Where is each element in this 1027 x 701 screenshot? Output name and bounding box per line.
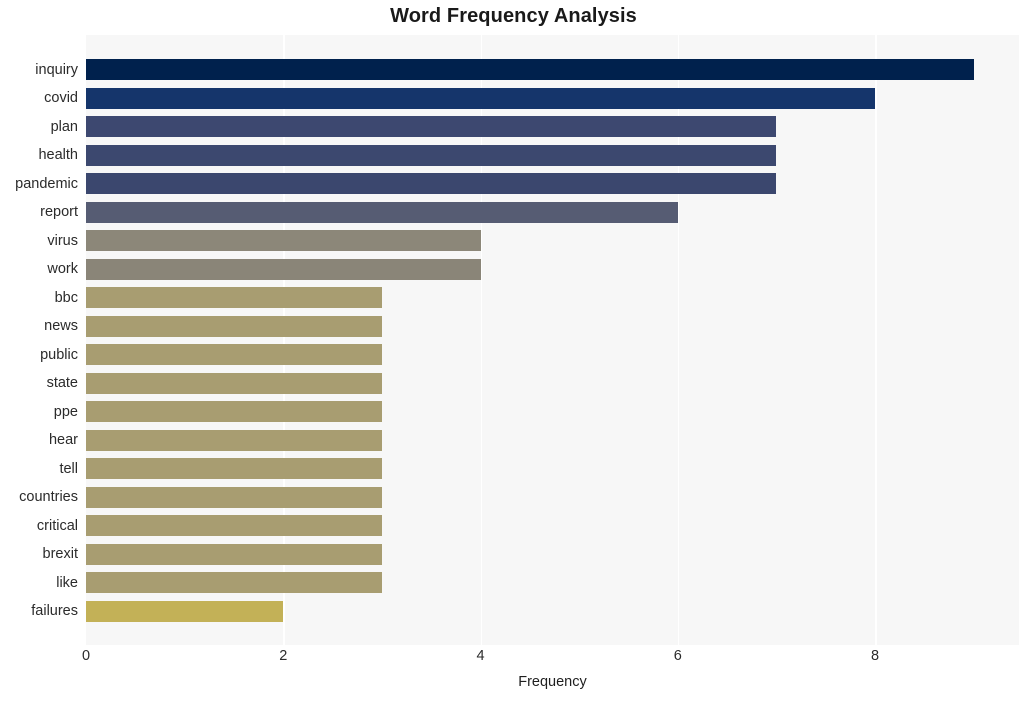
bar-row	[86, 426, 1019, 455]
y-tick-label-hear: hear	[48, 432, 78, 448]
bar-state[interactable]	[86, 372, 382, 394]
y-tick-label-bbc: bbc	[54, 289, 78, 306]
bar-like[interactable]	[86, 572, 382, 594]
y-tick-label-plan: plan	[50, 118, 78, 135]
bar-health[interactable]	[86, 144, 777, 166]
chart-title: Word Frequency Analysis	[390, 5, 637, 27]
bar-covid[interactable]	[86, 87, 875, 109]
bar-ppe[interactable]	[86, 401, 382, 423]
x-tick-label-8: 8	[870, 648, 880, 664]
bar-tell[interactable]	[86, 458, 382, 480]
y-tick-label-work: work	[47, 261, 78, 277]
bar-row	[86, 512, 1019, 541]
y-tick-label-ppe: ppe	[53, 403, 78, 420]
y-tick-label-inquiry: inquiry	[35, 61, 78, 78]
bar-row	[86, 569, 1019, 598]
y-tick-label-health: health	[38, 147, 78, 163]
y-tick-label-like: like	[56, 574, 78, 591]
y-tick-label-critical: critical	[36, 517, 78, 534]
bar-row	[86, 455, 1019, 484]
bar-row	[86, 227, 1019, 256]
bar-hear[interactable]	[86, 429, 382, 451]
bar-row	[86, 483, 1019, 512]
bar-report[interactable]	[86, 201, 678, 223]
bar-news[interactable]	[86, 315, 382, 337]
x-axis-title: Frequency	[518, 674, 587, 690]
y-tick-label-pandemic: pandemic	[15, 175, 78, 192]
bar-row	[86, 369, 1019, 398]
bar-row	[86, 113, 1019, 142]
x-tick-label-6: 6	[673, 648, 682, 664]
bar-work[interactable]	[86, 258, 481, 280]
bar-row	[86, 198, 1019, 227]
bar-public[interactable]	[86, 344, 382, 366]
y-tick-label-report: report	[40, 204, 78, 220]
y-tick-label-state: state	[46, 375, 78, 391]
chart-figure: Word Frequency Analysis inquiry covid plan…	[0, 0, 1027, 701]
bar-row	[86, 255, 1019, 284]
y-tick-label-public: public	[40, 346, 78, 363]
x-tick-label-0: 0	[81, 648, 91, 664]
x-tick-label-4: 4	[476, 648, 485, 664]
bar-critical[interactable]	[86, 515, 382, 537]
bar-row	[86, 141, 1019, 170]
y-tick-label-brexit: brexit	[42, 546, 78, 562]
bar-countries[interactable]	[86, 486, 382, 508]
y-tick-label-tell: tell	[59, 460, 78, 477]
bar-row	[86, 284, 1019, 313]
bar-brexit[interactable]	[86, 543, 382, 565]
bar-virus[interactable]	[86, 230, 481, 252]
bar-series	[86, 35, 1019, 645]
bar-row	[86, 56, 1019, 85]
y-tick-label-failures: failures	[31, 603, 78, 619]
bar-row	[86, 341, 1019, 370]
y-tick-label-virus: virus	[47, 232, 78, 249]
bar-row	[86, 312, 1019, 341]
y-tick-label-covid: covid	[44, 90, 78, 106]
bar-inquiry[interactable]	[86, 59, 974, 81]
x-tick-label-2: 2	[279, 648, 288, 664]
bar-row	[86, 540, 1019, 569]
bar-bbc[interactable]	[86, 287, 382, 309]
bar-row	[86, 84, 1019, 113]
y-tick-label-news: news	[44, 318, 78, 334]
bar-row	[86, 597, 1019, 626]
bar-plan[interactable]	[86, 116, 777, 138]
bar-pandemic[interactable]	[86, 173, 777, 195]
bar-row	[86, 398, 1019, 427]
y-tick-label-countries: countries	[19, 489, 78, 505]
bar-row	[86, 170, 1019, 199]
y-axis-tick-labels: inquiry covid plan health pandemic report viru…	[0, 35, 78, 645]
bar-failures[interactable]	[86, 600, 284, 622]
plot-area	[86, 35, 1019, 645]
x-axis-tick-labels: 0 2 4 6 8	[0, 648, 1027, 674]
